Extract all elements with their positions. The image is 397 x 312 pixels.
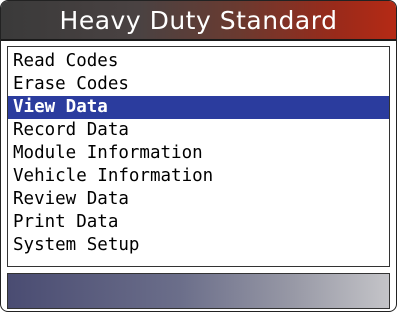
menu-item-record-data[interactable]: Record Data xyxy=(8,119,389,142)
menu-item-vehicle-information[interactable]: Vehicle Information xyxy=(8,165,389,188)
menu-list: Read Codes Erase Codes View Data Record … xyxy=(8,47,389,257)
menu-item-review-data[interactable]: Review Data xyxy=(8,188,389,211)
menu-item-module-information[interactable]: Module Information xyxy=(8,142,389,165)
menu-item-erase-codes[interactable]: Erase Codes xyxy=(8,73,389,96)
status-bar xyxy=(7,273,390,309)
menu-item-view-data[interactable]: View Data xyxy=(8,96,389,119)
screen-title: Heavy Duty Standard xyxy=(59,6,338,35)
main-menu: Read Codes Erase Codes View Data Record … xyxy=(7,46,390,267)
menu-item-print-data[interactable]: Print Data xyxy=(8,211,389,234)
menu-item-read-codes[interactable]: Read Codes xyxy=(8,50,389,73)
menu-item-system-setup[interactable]: System Setup xyxy=(8,234,389,257)
scan-tool-screen: Heavy Duty Standard Read Codes Erase Cod… xyxy=(0,0,397,312)
title-bar: Heavy Duty Standard xyxy=(1,1,396,41)
